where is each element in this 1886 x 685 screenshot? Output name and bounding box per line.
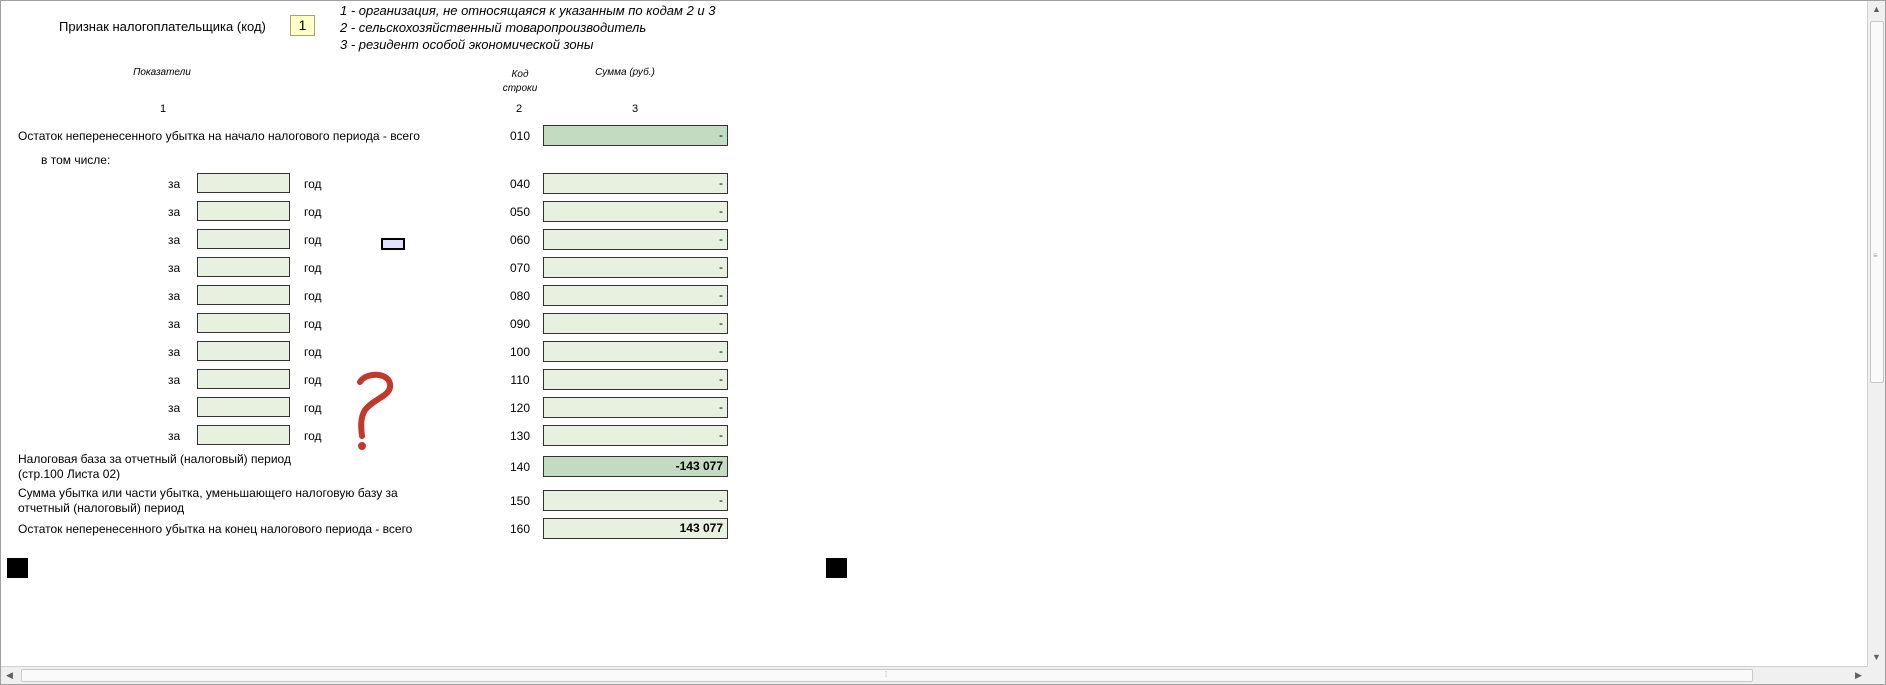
col-header-sum: Сумма (руб.) — [595, 67, 655, 78]
legend-line-1: 1 - организация, не относящаяся к указан… — [340, 3, 716, 18]
year-suffix: год — [304, 177, 322, 191]
row-150-label: Сумма убытка или части убытка, уменьшающ… — [18, 486, 398, 516]
year-input-120[interactable] — [197, 397, 290, 417]
year-prefix: за — [168, 261, 181, 275]
year-prefix: за — [168, 401, 181, 415]
year-input-080[interactable] — [197, 285, 290, 305]
anchor-marker-right — [826, 558, 847, 578]
vertical-scroll-thumb[interactable] — [1870, 21, 1884, 383]
row-160-code: 160 — [509, 522, 531, 536]
year-input-070[interactable] — [197, 257, 290, 277]
row-150-label-line2: отчетный (налоговый) период — [18, 501, 185, 515]
scrollbar-corner — [1867, 666, 1885, 684]
year-prefix: за — [168, 429, 181, 443]
year-prefix: за — [168, 345, 181, 359]
year-input-040[interactable] — [197, 173, 290, 193]
year-prefix: за — [168, 177, 181, 191]
col-header-code-line2: строки — [502, 83, 538, 94]
question-mark-icon — [357, 371, 394, 450]
row-050-sum[interactable]: - — [543, 201, 728, 222]
row-100-sum[interactable]: - — [543, 341, 728, 362]
taxpayer-label: Признак налогоплательщика (код) — [59, 19, 266, 34]
year-suffix: год — [304, 233, 322, 247]
year-suffix: год — [304, 373, 322, 387]
scroll-right-icon[interactable]: ▶ — [1850, 667, 1867, 684]
year-input-130[interactable] — [197, 425, 290, 445]
year-prefix: за — [168, 205, 181, 219]
row-010-code: 010 — [509, 129, 531, 143]
including-label: в том числе: — [41, 153, 111, 167]
year-suffix: год — [304, 317, 322, 331]
col-number-3: 3 — [631, 103, 639, 115]
year-suffix: год — [304, 205, 322, 219]
row-100-code: 100 — [509, 345, 531, 359]
year-suffix: год — [304, 345, 322, 359]
year-prefix: за — [168, 289, 181, 303]
row-120-code: 120 — [509, 401, 531, 415]
row-070-sum[interactable]: - — [543, 257, 728, 278]
row-120-sum[interactable]: - — [543, 397, 728, 418]
scroll-down-icon[interactable]: ▼ — [1868, 649, 1885, 666]
col-header-code-line1: Код — [511, 69, 529, 80]
row-140-sum[interactable]: -143 077 — [543, 456, 728, 477]
row-160-label: Остаток неперенесенного убытка на конец … — [18, 522, 413, 536]
row-040-code: 040 — [509, 177, 531, 191]
col-number-1: 1 — [159, 103, 167, 115]
row-140-label-line2: (стр.100 Листа 02) — [18, 467, 121, 481]
row-090-code: 090 — [509, 317, 531, 331]
row-040-sum[interactable]: - — [543, 173, 728, 194]
row-140-code: 140 — [509, 460, 531, 474]
row-140-label-line1: Налоговая база за отчетный (налоговый) п… — [18, 452, 291, 466]
legend-line-2: 2 - сельскохозяйственный товаропроизводи… — [340, 20, 647, 35]
vertical-scrollbar[interactable]: ▲ ≡ ▼ — [1867, 1, 1885, 666]
row-060-sum[interactable]: - — [543, 229, 728, 250]
taxpayer-code-field[interactable]: 1 — [290, 15, 315, 36]
row-140-label: Налоговая база за отчетный (налоговый) п… — [18, 452, 291, 482]
year-input-050[interactable] — [197, 201, 290, 221]
year-prefix: за — [168, 373, 181, 387]
row-060-code: 060 — [509, 233, 531, 247]
scroll-left-icon[interactable]: ◀ — [1, 667, 18, 684]
row-010-sum[interactable]: - — [543, 125, 728, 146]
col-header-indicators: Показатели — [133, 67, 191, 78]
row-130-sum[interactable]: - — [543, 425, 728, 446]
row-070-code: 070 — [509, 261, 531, 275]
year-input-110[interactable] — [197, 369, 290, 389]
row-110-code: 110 — [510, 373, 530, 387]
year-input-090[interactable] — [197, 313, 290, 333]
row-150-label-line1: Сумма убытка или части убытка, уменьшающ… — [18, 486, 398, 500]
row-130-code: 130 — [509, 429, 531, 443]
horizontal-scrollbar[interactable]: ◀ ⁞ ▶ — [1, 666, 1867, 684]
row-080-sum[interactable]: - — [543, 285, 728, 306]
year-input-060[interactable] — [197, 229, 290, 249]
selected-cell-marker[interactable] — [381, 238, 405, 250]
row-010-label: Остаток неперенесенного убытка на начало… — [18, 129, 420, 143]
legend-line-3: 3 - резидент особой экономической зоны — [340, 37, 594, 52]
year-prefix: за — [168, 317, 181, 331]
year-prefix: за — [168, 233, 181, 247]
row-150-sum[interactable]: - — [543, 490, 728, 511]
row-080-code: 080 — [509, 289, 531, 303]
year-suffix: год — [304, 429, 322, 443]
col-number-2: 2 — [515, 103, 523, 115]
grip-icon: ≡ — [1873, 251, 1878, 260]
taxpayer-legend: 1 - организация, не относящаяся к указан… — [340, 2, 715, 53]
row-090-sum[interactable]: - — [543, 313, 728, 334]
row-150-code: 150 — [509, 494, 531, 508]
year-suffix: год — [304, 261, 322, 275]
year-input-100[interactable] — [197, 341, 290, 361]
row-050-code: 050 — [509, 205, 531, 219]
row-160-sum[interactable]: 143 077 — [543, 518, 728, 539]
row-110-sum[interactable]: - — [543, 369, 728, 390]
year-suffix: год — [304, 401, 322, 415]
grip-icon: ⁞ — [885, 670, 888, 679]
year-suffix: год — [304, 289, 322, 303]
scroll-up-icon[interactable]: ▲ — [1868, 1, 1885, 18]
anchor-marker-left — [7, 558, 28, 578]
